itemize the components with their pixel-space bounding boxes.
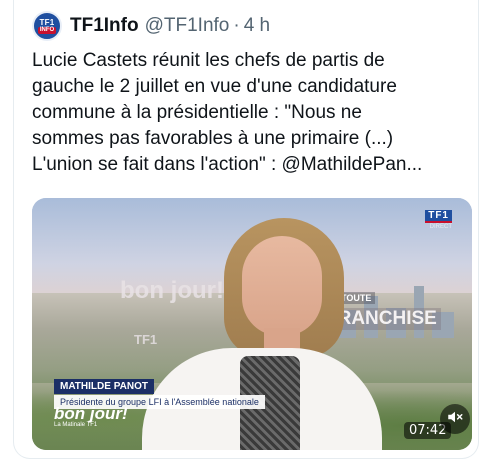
author-handle[interactable]: @TF1Info	[145, 15, 230, 37]
tweet-card[interactable]: TF1 INFO TF1Info @TF1Info · 4 h Lucie Ca…	[14, 0, 478, 458]
guest-figure-face	[242, 236, 322, 336]
background-show-sign: bon jour!	[120, 277, 224, 304]
video-player[interactable]: bon jour! TF1 EN TOUTE FRANCHISE TF1 DIR…	[32, 198, 472, 450]
author-name[interactable]: TF1Info	[70, 15, 139, 37]
background-tf1-sign: TF1	[134, 332, 158, 347]
channel-logo-text: TF1	[425, 210, 452, 223]
guest-name: MATHILDE PANOT	[54, 379, 154, 394]
avatar[interactable]: TF1 INFO	[32, 11, 62, 41]
show-logo-text: bon jour!	[54, 404, 128, 423]
channel-logo: TF1 DIRECT	[425, 210, 452, 230]
tweet-text: Lucie Castets réunit les chefs de partis…	[32, 50, 423, 175]
separator-dot: ·	[233, 15, 240, 36]
avatar-text-top: TF1	[39, 17, 55, 27]
timestamp[interactable]: 4 h	[244, 15, 270, 37]
tweet-header: TF1 INFO TF1Info @TF1Info · 4 h	[32, 10, 270, 42]
speaker-muted-icon	[446, 408, 464, 431]
mute-button[interactable]	[440, 404, 470, 434]
avatar-text-bottom: INFO	[37, 26, 57, 34]
show-logo: bon jour! La Matinale TF1	[54, 404, 128, 428]
channel-logo-sub: DIRECT	[429, 224, 452, 230]
